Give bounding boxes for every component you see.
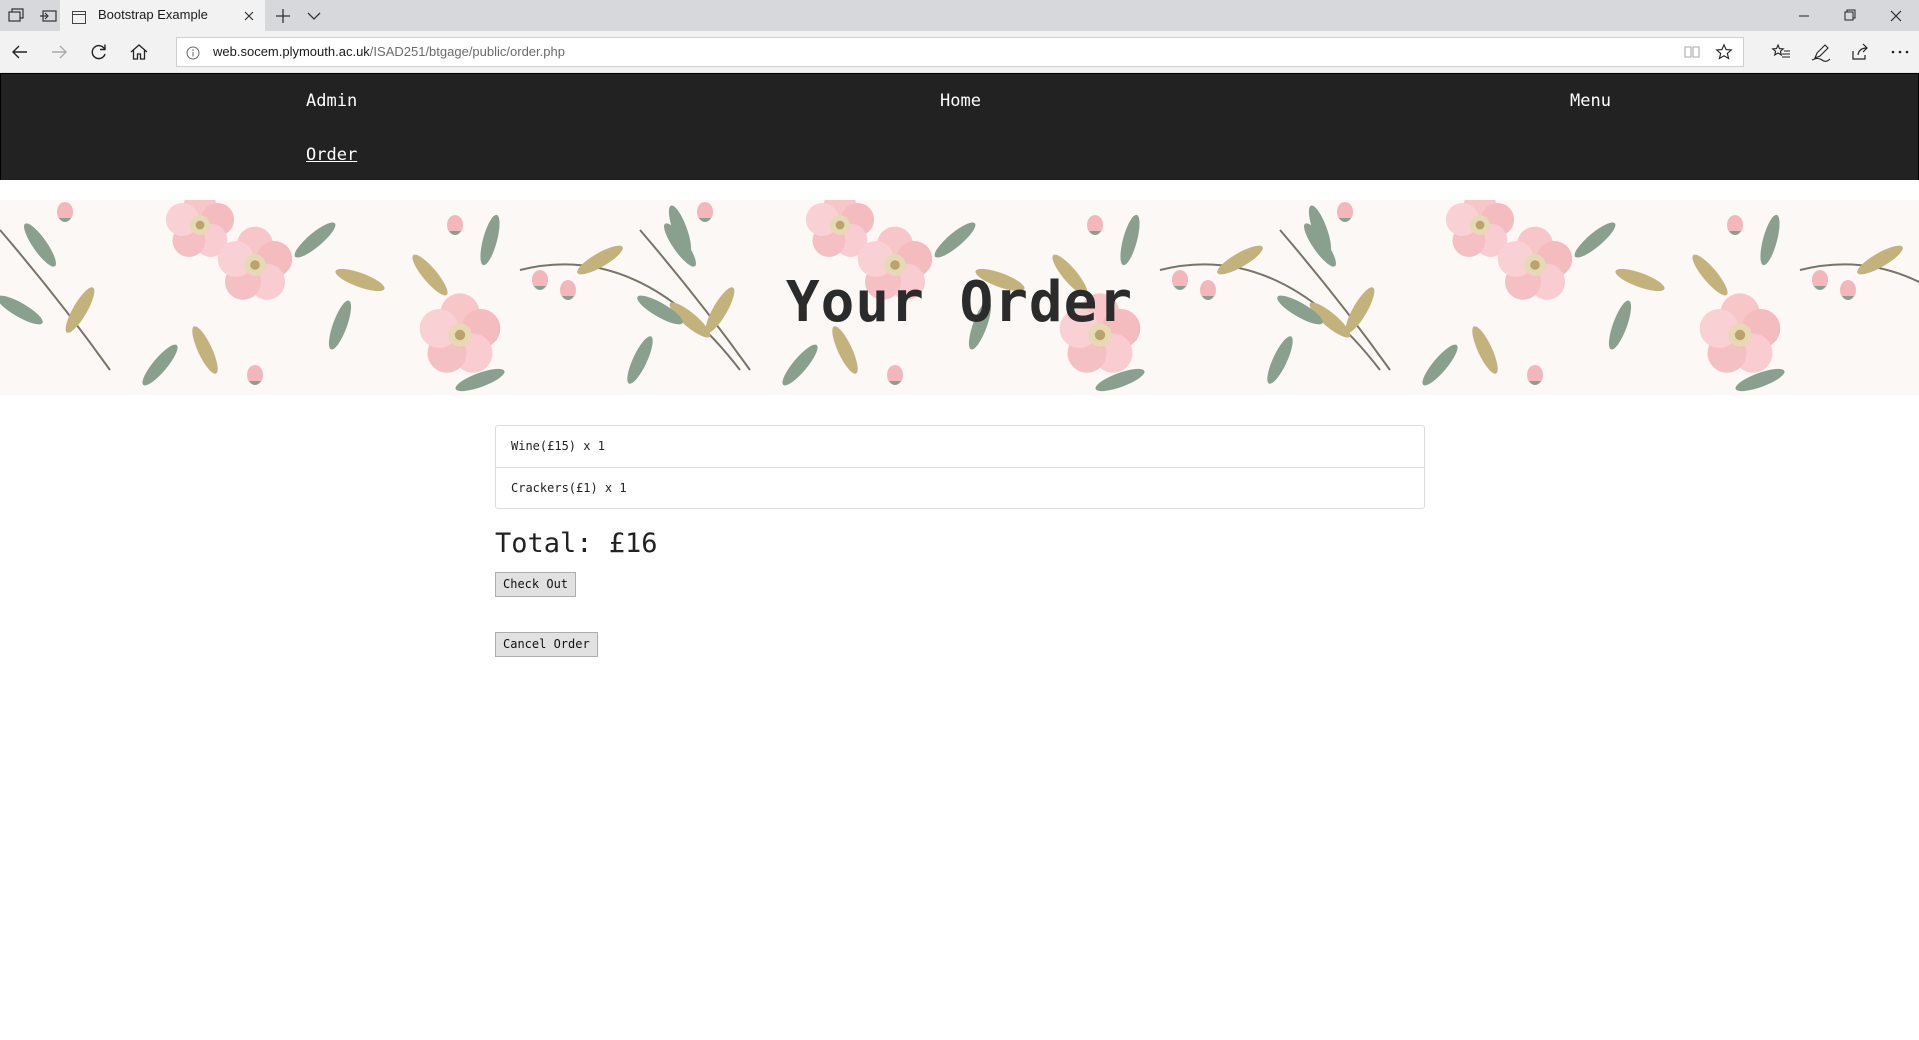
tab-title: Bootstrap Example <box>98 7 208 22</box>
back-icon[interactable] <box>9 41 31 63</box>
restore-icon[interactable] <box>1827 4 1873 28</box>
set-aside-tabs-icon[interactable] <box>38 6 60 26</box>
forward-icon[interactable] <box>48 41 70 63</box>
refresh-icon[interactable] <box>88 41 110 63</box>
close-window-icon[interactable] <box>1873 4 1919 28</box>
nav-link-home[interactable]: Home <box>940 91 981 111</box>
pen-icon[interactable] <box>1810 41 1832 63</box>
page-title: Your Order <box>785 270 1134 335</box>
address-bar-row: web.socem.plymouth.ac.uk/ISAD251/btgage/… <box>0 31 1919 73</box>
info-icon[interactable] <box>186 45 200 60</box>
page-icon <box>72 9 86 24</box>
hero-banner: Your Order <box>0 200 1919 395</box>
nav-link-order[interactable]: Order <box>306 145 357 165</box>
home-icon[interactable] <box>128 41 150 63</box>
order-item-crackers: Crackers(£1) x 1 <box>496 467 1424 508</box>
new-tab-icon[interactable] <box>272 6 294 26</box>
browser-tab-bar: Bootstrap Example <box>0 0 1919 31</box>
cancel-order-button[interactable]: Cancel Order <box>495 632 598 657</box>
star-icon[interactable] <box>1715 43 1733 61</box>
url-text: web.socem.plymouth.ac.uk/ISAD251/btgage/… <box>213 44 565 59</box>
order-item-wine: Wine(£15) x 1 <box>511 439 605 453</box>
url-host: web.socem.plymouth.ac.uk <box>213 44 370 59</box>
browser-tab[interactable]: Bootstrap Example <box>60 0 265 31</box>
order-total: Total: £16 <box>495 528 658 559</box>
site-navbar: Admin Home Menu Order <box>0 73 1919 180</box>
tab-list-icon[interactable] <box>4 6 26 26</box>
url-field[interactable]: web.socem.plymouth.ac.uk/ISAD251/btgage/… <box>176 37 1744 67</box>
chevron-down-icon[interactable] <box>303 6 325 26</box>
nav-link-admin[interactable]: Admin <box>306 91 357 111</box>
favorites-icon[interactable] <box>1770 41 1792 63</box>
more-icon[interactable] <box>1889 41 1911 63</box>
url-path: /ISAD251/btgage/public/order.php <box>369 44 565 59</box>
reading-view-icon[interactable] <box>1683 44 1701 60</box>
close-icon[interactable] <box>242 8 256 22</box>
share-icon[interactable] <box>1849 41 1871 63</box>
minimize-icon[interactable] <box>1781 4 1827 28</box>
check-out-button[interactable]: Check Out <box>495 572 577 597</box>
nav-link-menu[interactable]: Menu <box>1570 91 1611 111</box>
order-items-list: Wine(£15) x 1 Crackers(£1) x 1 <box>495 425 1425 509</box>
